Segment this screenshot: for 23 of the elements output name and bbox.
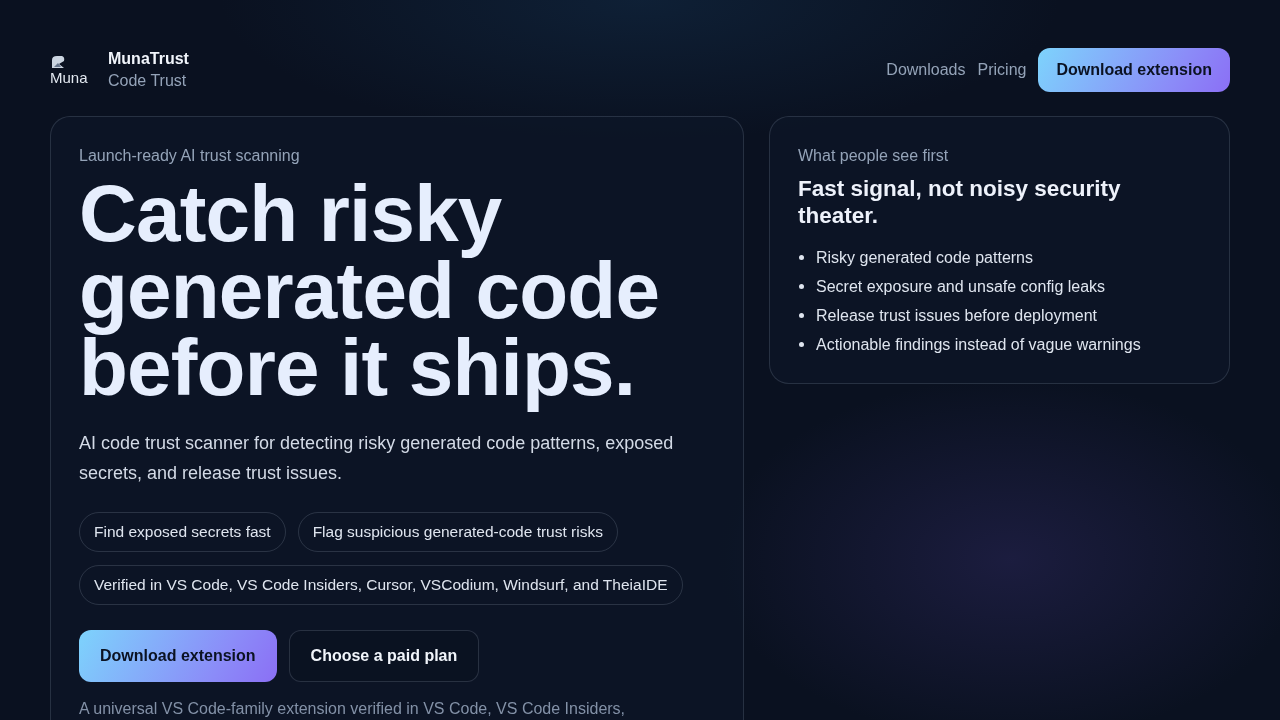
image-icon bbox=[50, 54, 66, 70]
nav-link[interactable]: Pricing bbox=[977, 61, 1027, 79]
highlight-item: Release trust issues before deployment bbox=[816, 306, 1098, 325]
bullet-icon bbox=[799, 342, 804, 347]
bullet-icon bbox=[799, 284, 804, 289]
download-extension-button[interactable]: Download extension bbox=[79, 630, 277, 682]
bullet-icon bbox=[799, 313, 804, 318]
download-extension-button[interactable]: Download extension bbox=[1038, 48, 1230, 92]
highlights-title: Fast signal, not noisy security theater. bbox=[798, 175, 1122, 229]
bullet-icon bbox=[799, 255, 804, 260]
brand-name: MunaTrust bbox=[108, 49, 189, 69]
highlight-item: Risky generated code patterns bbox=[816, 248, 1033, 267]
highlights-eyebrow: What people see first bbox=[798, 146, 950, 166]
hero-note: A universal VS Code-family extension verified in VS Code, VS Code Insiders, bbox=[79, 699, 627, 719]
brand-tagline: Code Trust bbox=[108, 71, 188, 91]
highlight-item: Actionable findings instead of vague warnings bbox=[816, 335, 1141, 354]
choose-plan-button[interactable]: Choose a paid plan bbox=[288, 630, 480, 682]
hero-description: AI code trust scanner for detecting risky generated code patterns, exposed secrets, and release trust issues. bbox=[79, 432, 675, 485]
nav-link[interactable]: Downloads bbox=[886, 61, 966, 79]
hero-headline: Catch risky generated code before it ships. bbox=[79, 175, 661, 414]
hero-eyebrow: Launch-ready AI trust scanning bbox=[79, 146, 301, 166]
highlight-item: Secret exposure and unsafe config leaks bbox=[816, 277, 1106, 296]
logo-text: Muna bbox=[50, 70, 88, 86]
